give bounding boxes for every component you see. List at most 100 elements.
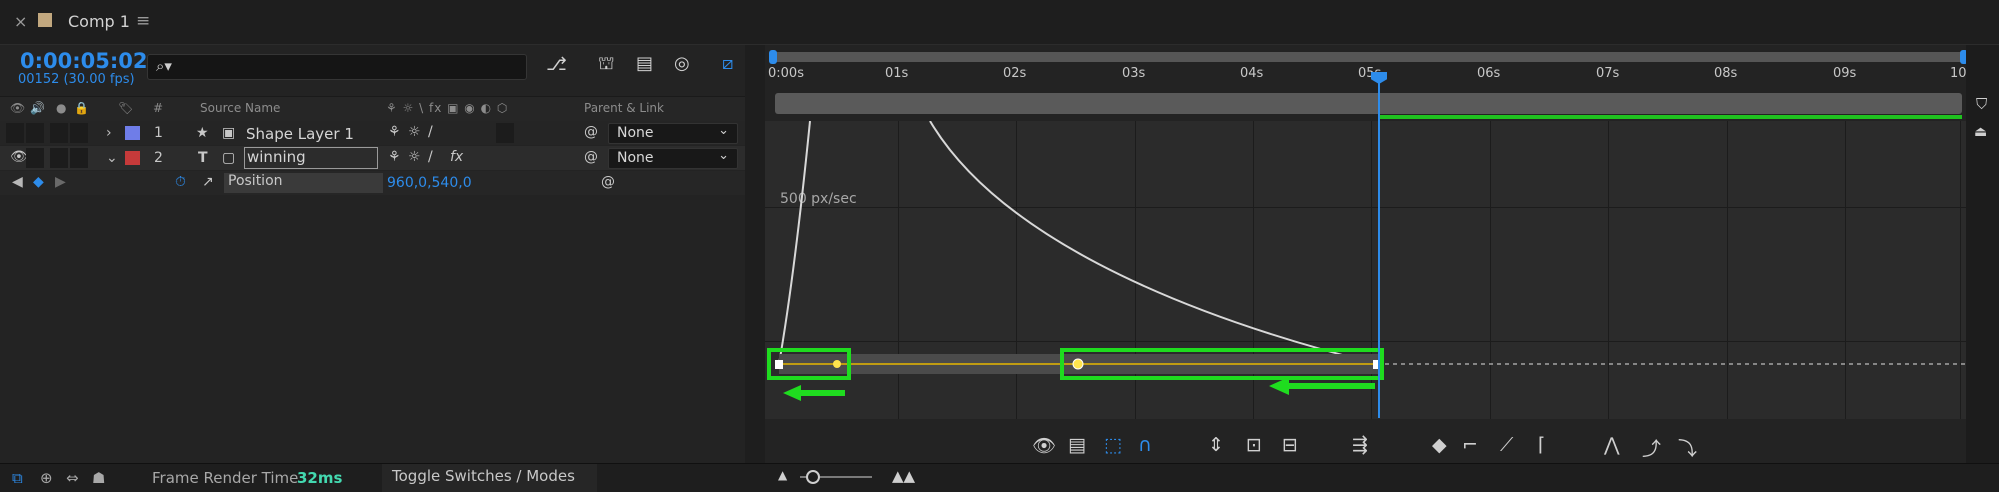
playhead-line[interactable] bbox=[1378, 72, 1380, 418]
bezier-handle-selected[interactable] bbox=[1072, 358, 1084, 370]
chevron-down-icon: ⌄ bbox=[718, 123, 729, 138]
search-icon: ⌕▾ bbox=[156, 57, 172, 75]
motion-blur-icon[interactable]: ⊕ bbox=[40, 469, 53, 487]
layer-row[interactable]: 👁 ⌄ 2 T ▢ winning ⚘ ☼ / fx @ None ⌄ bbox=[0, 146, 745, 170]
layer-name[interactable]: Shape Layer 1 bbox=[246, 125, 354, 143]
panel-menu-icon[interactable]: ≡ bbox=[136, 11, 150, 31]
keyframe-start[interactable] bbox=[775, 360, 783, 369]
expression-pick-whip-icon[interactable]: @ bbox=[601, 174, 615, 190]
next-keyframe-icon[interactable]: ▶ bbox=[55, 174, 66, 190]
close-tab-icon[interactable]: × bbox=[14, 12, 27, 31]
easy-ease-out-icon[interactable]: ⤵ bbox=[1678, 434, 1697, 461]
parent-value: None bbox=[617, 150, 654, 166]
easy-ease-icon[interactable]: ⋀ bbox=[1604, 434, 1620, 456]
hide-shy-layers-icon[interactable]: ▤ bbox=[636, 53, 653, 74]
layer-column-header: 👁 🔊 ● 🔒 🏷 # Source Name ⚘ ☼ \ fx ▣ ◉ ◐ ⬡… bbox=[0, 96, 745, 122]
draft-3d-icon[interactable]: ⛫ bbox=[598, 53, 615, 77]
composition-flowchart-icon[interactable]: ⎇ bbox=[546, 54, 567, 75]
position-value[interactable]: 960,0,540,0 bbox=[387, 175, 472, 191]
status-bar: ⧉ ⊕ ⇔ ☗ Frame Render Time 32ms Toggle Sw… bbox=[0, 463, 1999, 492]
shape-layer-icon: ★ bbox=[196, 125, 209, 141]
parent-dropdown[interactable]: None ⌄ bbox=[608, 148, 738, 169]
graph-curves bbox=[767, 121, 1966, 401]
auto-bezier-icon[interactable]: ⌈ bbox=[1538, 434, 1545, 456]
graph-options-icon[interactable]: ▤ bbox=[1068, 434, 1086, 456]
effects-switch-icon[interactable]: fx bbox=[450, 149, 463, 165]
label-column-icon[interactable]: 🏷 bbox=[118, 101, 133, 115]
collapse-switch-icon[interactable]: ☼ bbox=[408, 124, 421, 140]
shy-switch-icon[interactable]: ⚘ bbox=[388, 124, 401, 140]
draft-icon[interactable]: ☗ bbox=[92, 469, 105, 487]
show-properties-icon[interactable]: 👁 bbox=[1032, 434, 1056, 457]
comp-tab-title[interactable]: Comp 1 bbox=[68, 12, 130, 31]
audio-column-icon[interactable]: 🔊 bbox=[30, 101, 45, 115]
shy-switch-icon[interactable]: ⚘ bbox=[388, 149, 401, 165]
speed-curve-in[interactable] bbox=[778, 121, 811, 365]
quality-switch-icon[interactable]: / bbox=[428, 124, 433, 140]
search-input[interactable]: ⌕▾ bbox=[147, 54, 527, 80]
comp-marker-icon[interactable]: ⏏ bbox=[1974, 124, 1987, 140]
bezier-handle[interactable] bbox=[833, 360, 841, 368]
separate-dimensions-icon[interactable]: ⇶ bbox=[1352, 434, 1368, 456]
layer-toggle-icon[interactable]: ⧉ bbox=[12, 469, 23, 487]
audio-toggle[interactable] bbox=[26, 123, 44, 143]
lock-column-icon[interactable]: 🔒 bbox=[74, 101, 89, 115]
transform-box-icon[interactable]: ⬚ bbox=[1104, 434, 1122, 456]
graph-editor-toggle-icon[interactable]: ⧄ bbox=[722, 53, 733, 74]
quality-switch-icon[interactable]: / bbox=[428, 149, 433, 165]
work-area-start-handle[interactable] bbox=[769, 50, 777, 64]
layer-label-color[interactable] bbox=[125, 126, 140, 140]
fit-selection-icon[interactable]: ⊡ bbox=[1246, 434, 1262, 456]
marker-icon[interactable]: ⛉ bbox=[1976, 95, 1987, 113]
auto-zoom-icon[interactable]: ⇕ bbox=[1208, 434, 1224, 456]
pick-whip-icon[interactable]: @ bbox=[584, 124, 598, 140]
solo-toggle[interactable] bbox=[50, 123, 68, 143]
stopwatch-icon[interactable]: ⏱ bbox=[175, 174, 186, 190]
layer-row[interactable]: › 1 ★ ▣ Shape Layer 1 ⚘ ☼ / @ None ⌄ bbox=[0, 121, 745, 145]
chevron-down-icon: ⌄ bbox=[718, 148, 729, 163]
layer-number: 2 bbox=[154, 150, 163, 166]
speed-curve-out[interactable] bbox=[929, 121, 1378, 365]
linear-keyframe-icon[interactable]: ⟋ bbox=[1500, 434, 1513, 456]
zoom-in-icon[interactable]: ▲▲ bbox=[892, 467, 915, 485]
solo-toggle[interactable] bbox=[50, 148, 68, 168]
lock-toggle[interactable] bbox=[70, 148, 88, 168]
zoom-out-icon[interactable]: ▲ bbox=[778, 468, 787, 482]
layer-name-input[interactable]: winning bbox=[244, 147, 378, 169]
audio-toggle[interactable] bbox=[26, 148, 44, 168]
solo-column-icon[interactable]: ● bbox=[56, 101, 66, 115]
expand-chevron-icon[interactable]: › bbox=[106, 125, 112, 141]
hold-keyframe-icon[interactable]: ⌐ bbox=[1462, 434, 1478, 456]
ruler-label: 01s bbox=[885, 66, 909, 81]
parent-dropdown[interactable]: None ⌄ bbox=[608, 123, 738, 144]
work-area-bar[interactable] bbox=[772, 52, 1964, 62]
panel-tab-bar: × Comp 1 ≡ bbox=[0, 0, 1999, 45]
fit-all-icon[interactable]: ⊟ bbox=[1282, 434, 1298, 456]
eye-column-icon[interactable]: 👁 bbox=[10, 101, 25, 115]
property-name[interactable]: Position bbox=[224, 173, 383, 193]
3d-switch[interactable] bbox=[496, 123, 514, 143]
brackets-icon[interactable]: ⇔ bbox=[66, 469, 79, 487]
ruler-label: 04s bbox=[1240, 66, 1264, 81]
visibility-toggle[interactable] bbox=[6, 123, 24, 143]
toggle-switches-button[interactable]: Toggle Switches / Modes bbox=[382, 464, 597, 492]
frame-blending-icon[interactable]: ◎ bbox=[674, 53, 690, 74]
easy-ease-in-icon[interactable]: ⤴ bbox=[1642, 434, 1661, 461]
current-timecode[interactable]: 0:00:05:02 bbox=[20, 49, 147, 73]
lock-toggle[interactable] bbox=[70, 123, 88, 143]
zoom-slider-thumb[interactable] bbox=[806, 470, 820, 484]
edit-keyframe-icon[interactable]: ◆ bbox=[1432, 434, 1447, 456]
collapse-switch-icon[interactable]: ☼ bbox=[408, 149, 421, 165]
layer-source-icon: ▢ bbox=[222, 150, 236, 166]
snap-icon[interactable]: ∩ bbox=[1138, 434, 1152, 456]
source-name-header[interactable]: Source Name bbox=[200, 101, 280, 115]
pick-whip-icon[interactable]: @ bbox=[584, 149, 598, 165]
add-keyframe-icon[interactable]: ◆ bbox=[33, 174, 44, 190]
graph-include-icon[interactable]: ↗ bbox=[202, 174, 214, 190]
layer-duration-bar[interactable] bbox=[775, 93, 1962, 114]
ruler-label: 0:00s bbox=[768, 66, 804, 81]
prev-keyframe-icon[interactable]: ◀ bbox=[12, 174, 23, 190]
collapse-chevron-icon[interactable]: ⌄ bbox=[106, 150, 118, 166]
property-row[interactable]: ◀ ◆ ▶ ⏱ ↗ Position 960,0,540,0 @ bbox=[0, 171, 745, 195]
layer-label-color[interactable] bbox=[125, 151, 140, 165]
